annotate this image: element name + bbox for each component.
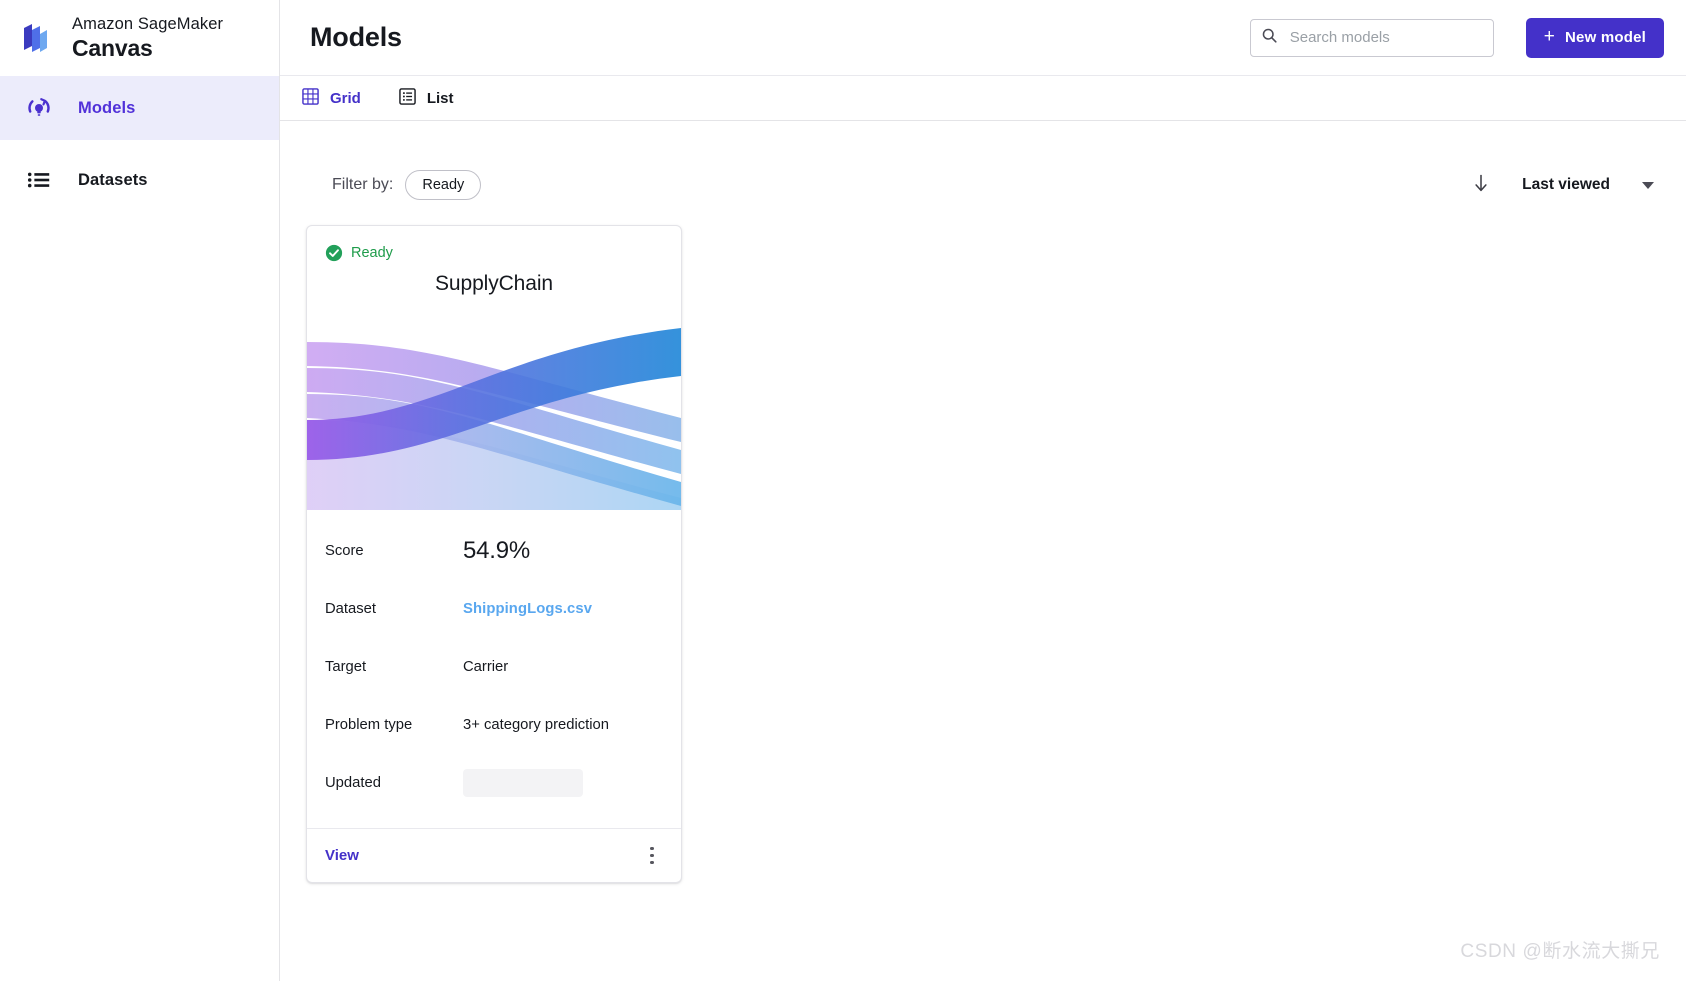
tab-grid-label: Grid — [330, 89, 361, 107]
top-bar: Models + New model — [280, 0, 1686, 76]
detail-label-problem-type: Problem type — [325, 717, 413, 733]
check-circle-icon — [325, 244, 343, 262]
detail-label-target: Target — [325, 659, 367, 675]
chevron-down-icon[interactable] — [1642, 181, 1654, 189]
model-bulb-icon — [22, 91, 56, 125]
search-icon — [1261, 27, 1278, 49]
sidebar-item-datasets[interactable]: Datasets — [0, 148, 279, 212]
search-box[interactable] — [1249, 18, 1494, 57]
new-model-button-label: New model — [1565, 29, 1646, 46]
detail-label-updated: Updated — [325, 775, 381, 791]
detail-label-score: Score — [325, 543, 364, 559]
main-region: Models + New model — [280, 0, 1686, 981]
kebab-menu-icon[interactable] — [641, 843, 663, 869]
dataset-link[interactable]: ShippingLogs.csv — [463, 601, 592, 617]
detail-value-problem-type: 3+ category prediction — [463, 717, 610, 733]
model-card-details: Score 54.9% Dataset ShippingLogs.csv Tar… — [307, 510, 681, 828]
detail-row-target: Target Carrier — [307, 638, 681, 696]
detail-value-score: 54.9% — [463, 537, 531, 564]
sagemaker-logo-icon — [18, 18, 58, 58]
arrow-down-icon[interactable] — [1472, 172, 1490, 199]
status-badge: Ready — [307, 226, 681, 262]
filter-by-label: Filter by: — [332, 176, 394, 193]
detail-row-dataset: Dataset ShippingLogs.csv — [307, 580, 681, 638]
brand-text: Amazon SageMaker Canvas — [72, 14, 224, 62]
detail-value-updated-redacted — [463, 769, 583, 797]
models-grid: Ready SupplyChain Score 54.9% Dataset Sh… — [280, 225, 1686, 883]
detail-row-problem-type: Problem type 3+ category prediction — [307, 696, 681, 754]
filter-chip-ready[interactable]: Ready — [405, 170, 482, 200]
brand-line-2: Canvas — [72, 35, 153, 62]
top-bar-actions: + New model — [1249, 17, 1664, 58]
tab-list-label: List — [426, 89, 454, 107]
filter-bar: Filter by: Ready Last viewed — [280, 159, 1686, 211]
status-badge-label: Ready — [351, 245, 393, 261]
sidebar-item-label-models: Models — [78, 98, 136, 117]
model-card-title: SupplyChain — [435, 272, 553, 295]
plus-icon: + — [1543, 26, 1556, 47]
search-input[interactable] — [1287, 28, 1483, 47]
content-area: Filter by: Ready Last viewed Ready Suppl… — [280, 121, 1686, 981]
model-card-footer: View — [307, 828, 681, 882]
brand-line-1: Amazon SageMaker — [72, 14, 224, 33]
model-card[interactable]: Ready SupplyChain Score 54.9% Dataset Sh… — [306, 225, 682, 883]
list-view-icon — [399, 87, 416, 109]
app-root: Amazon SageMaker Canvas Models Datasets … — [0, 0, 1686, 981]
new-model-button[interactable]: + New model — [1525, 17, 1664, 58]
view-button[interactable]: View — [325, 847, 359, 864]
detail-row-score: Score 54.9% — [307, 522, 681, 580]
detail-label-dataset: Dataset — [325, 601, 376, 617]
view-toggle-bar: Grid List — [280, 76, 1686, 121]
grid-icon — [302, 87, 319, 109]
sidebar: Amazon SageMaker Canvas Models Datasets — [0, 0, 280, 981]
sort-label: Last viewed — [1522, 176, 1610, 193]
detail-value-target: Carrier — [463, 659, 509, 675]
sidebar-item-models[interactable]: Models — [0, 76, 279, 140]
page-title: Models — [310, 22, 402, 52]
tab-grid[interactable]: Grid — [298, 87, 365, 109]
list-icon — [22, 163, 56, 197]
sort-control[interactable]: Last viewed — [1472, 172, 1654, 199]
tab-list[interactable]: List — [395, 87, 458, 109]
watermark: CSDN @断水流大撕兄 — [1460, 941, 1660, 962]
sankey-flow-graphic — [307, 310, 681, 510]
detail-row-updated: Updated — [307, 754, 681, 812]
sidebar-item-label-datasets: Datasets — [78, 170, 148, 189]
brand-header: Amazon SageMaker Canvas — [0, 0, 279, 76]
